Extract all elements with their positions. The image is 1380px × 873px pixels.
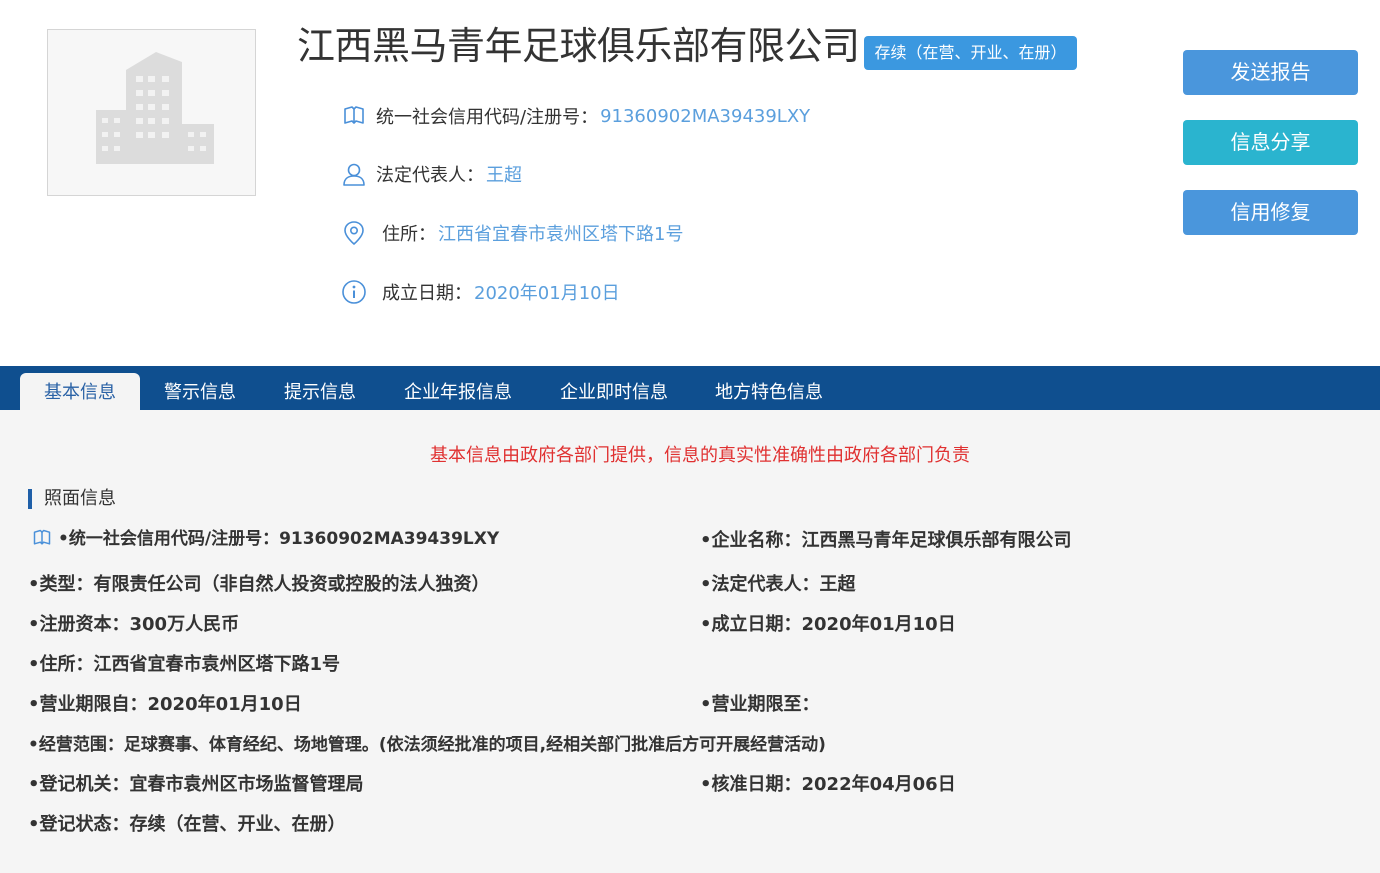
field-reg-status: •登记状态：存续（在营、开业、在册）	[28, 814, 346, 835]
info-row-credit-code: 统一社会信用代码/注册号： 91360902MA39439LXY	[340, 101, 810, 131]
credit-code-value[interactable]: 91360902MA39439LXY	[600, 106, 810, 127]
field-period-from: •营业期限自：2020年01月10日	[28, 694, 302, 715]
company-logo	[47, 29, 256, 196]
credit-repair-button[interactable]: 信用修复	[1183, 190, 1358, 235]
legal-rep-label: 法定代表人：	[376, 165, 484, 186]
field-capital: •注册资本：300万人民币	[28, 614, 240, 635]
credit-code-label: 统一社会信用代码/注册号：	[376, 107, 599, 128]
tab-local-info[interactable]: 地方特色信息	[708, 373, 830, 410]
send-report-button[interactable]: 发送报告	[1183, 50, 1358, 95]
info-row-legal-rep: 法定代表人： 王超	[340, 159, 522, 189]
info-circle-icon	[340, 278, 368, 306]
tab-warning-info[interactable]: 警示信息	[150, 373, 250, 410]
tab-annual-report[interactable]: 企业年报信息	[398, 373, 518, 410]
tab-basic-info[interactable]: 基本信息	[20, 373, 140, 410]
field-business-scope: •经营范围：足球赛事、体育经纪、场地管理。(依法须经批准的项目,经相关部门批准后…	[28, 735, 826, 755]
field-authority: •登记机关：宜春市袁州区市场监督管理局	[28, 774, 364, 795]
field-type: •类型：有限责任公司（非自然人投资或控股的法人独资）	[28, 574, 490, 595]
field-credit-code: •统一社会信用代码/注册号：91360902MA39439LXY	[58, 529, 500, 549]
tab-prompt-info[interactable]: 提示信息	[270, 373, 370, 410]
field-approval-date: •核准日期：2022年04月06日	[700, 774, 956, 795]
location-pin-icon	[340, 219, 368, 247]
notice-text: 基本信息由政府各部门提供，信息的真实性准确性由政府各部门负责	[430, 445, 970, 466]
status-badge: 存续（在营、开业、在册）	[864, 36, 1077, 70]
established-value: 2020年01月10日	[474, 283, 620, 304]
book-icon	[340, 102, 368, 130]
field-legal-rep: •法定代表人：王超	[700, 574, 856, 595]
info-row-address: 住所： 江西省宜春市袁州区塔下路1号	[340, 218, 683, 248]
book-icon	[32, 528, 52, 552]
field-established: •成立日期：2020年01月10日	[700, 614, 956, 635]
field-period-to: •营业期限至：	[700, 694, 820, 715]
main-content: 基本信息由政府各部门提供，信息的真实性准确性由政府各部门负责 照面信息 •统一社…	[0, 410, 1380, 873]
info-row-established: 成立日期： 2020年01月10日	[340, 277, 620, 307]
section-title: 照面信息	[28, 489, 116, 509]
tab-instant-info[interactable]: 企业即时信息	[552, 373, 676, 410]
person-icon	[340, 160, 368, 188]
field-address: •住所：江西省宜春市袁州区塔下路1号	[28, 654, 341, 675]
address-label: 住所：	[382, 224, 436, 245]
legal-rep-value[interactable]: 王超	[486, 161, 522, 187]
share-button[interactable]: 信息分享	[1183, 120, 1358, 165]
field-company-name: •企业名称：江西黑马青年足球俱乐部有限公司	[700, 530, 1072, 551]
company-name: 江西黑马青年足球俱乐部有限公司	[297, 24, 860, 68]
address-value[interactable]: 江西省宜春市袁州区塔下路1号	[438, 220, 683, 246]
building-icon	[96, 52, 214, 164]
tab-bar: 基本信息 警示信息 提示信息 企业年报信息 企业即时信息 地方特色信息	[0, 366, 1380, 410]
established-label: 成立日期：	[382, 283, 472, 304]
